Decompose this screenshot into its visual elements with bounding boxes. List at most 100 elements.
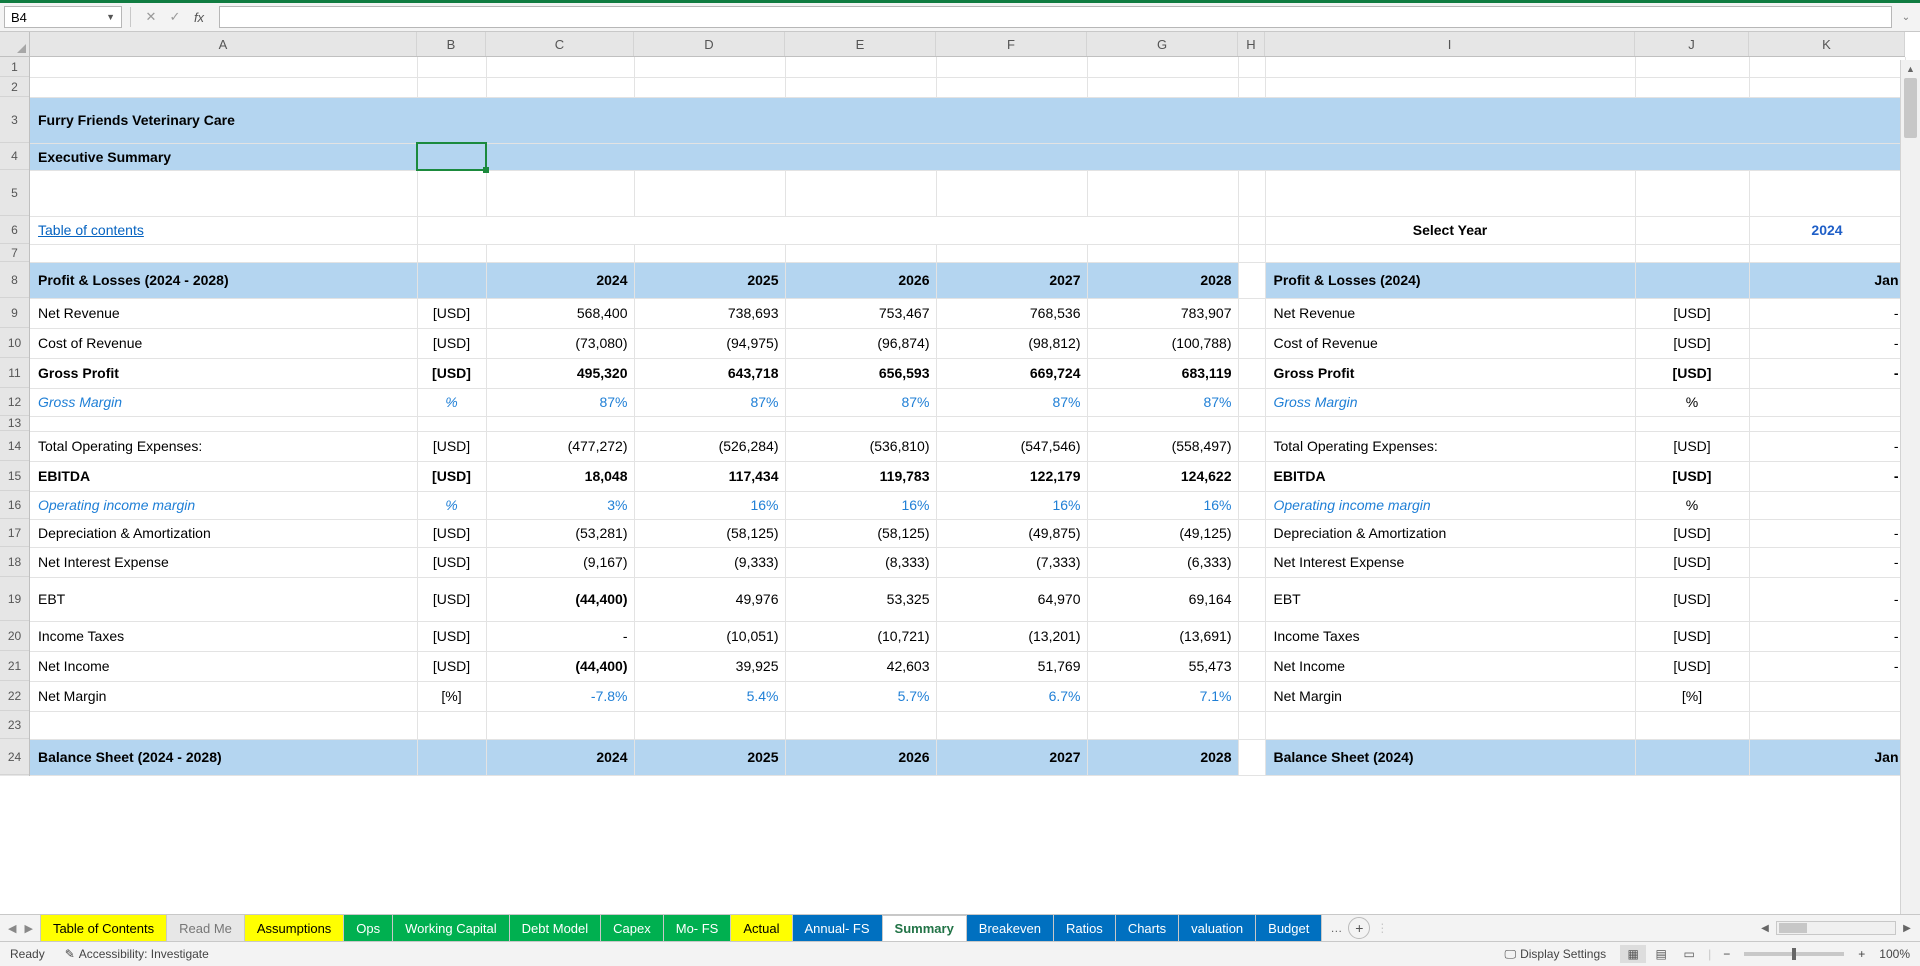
view-normal-button[interactable]: ▦: [1620, 945, 1646, 963]
tab-next-icon[interactable]: ▶: [24, 922, 32, 935]
row-unit-right: %: [1635, 491, 1749, 519]
tab-charts[interactable]: Charts: [1115, 915, 1179, 941]
add-sheet-button[interactable]: +: [1348, 917, 1370, 939]
scroll-thumb[interactable]: [1904, 78, 1917, 138]
tab-assumptions[interactable]: Assumptions: [244, 915, 344, 941]
row-val: 122,179: [936, 461, 1087, 491]
formula-input[interactable]: [219, 6, 1892, 28]
row-val: (10,051): [634, 621, 785, 651]
row-header-16[interactable]: 16: [0, 491, 29, 519]
row-header-19[interactable]: 19: [0, 577, 29, 621]
row-header-21[interactable]: 21: [0, 651, 29, 681]
table-of-contents-link[interactable]: Table of contents: [30, 216, 417, 244]
row-val-right: -: [1749, 358, 1905, 388]
column-header-B[interactable]: B: [417, 32, 486, 56]
column-header-F[interactable]: F: [936, 32, 1087, 56]
row-header-22[interactable]: 22: [0, 681, 29, 711]
row-header-12[interactable]: 12: [0, 388, 29, 416]
view-page-break-button[interactable]: ▭: [1676, 945, 1702, 963]
row-val: 495,320: [486, 358, 634, 388]
row-header-18[interactable]: 18: [0, 547, 29, 577]
zoom-in-button[interactable]: +: [1852, 947, 1871, 961]
row-val: (6,333): [1087, 547, 1238, 577]
row-header-3[interactable]: 3: [0, 97, 29, 143]
tab-budget[interactable]: Budget: [1255, 915, 1322, 941]
row-header-14[interactable]: 14: [0, 431, 29, 461]
view-page-layout-button[interactable]: ▤: [1648, 945, 1674, 963]
tabs-ellipsis-icon[interactable]: …: [1330, 921, 1342, 935]
accessibility-status[interactable]: ✎ Accessibility: Investigate: [65, 947, 209, 961]
grid-body[interactable]: Furry Friends Veterinary CareExecutive S…: [30, 57, 1920, 776]
hscroll-track[interactable]: [1776, 921, 1896, 935]
year-col-2025: 2025: [634, 262, 785, 298]
name-box[interactable]: B4 ▼: [4, 6, 122, 28]
tab-mo--fs[interactable]: Mo- FS: [663, 915, 732, 941]
tab-prev-icon[interactable]: ◀: [8, 922, 16, 935]
row-header-24[interactable]: 24: [0, 739, 29, 775]
row-val: 5.7%: [785, 681, 936, 711]
row-val: (73,080): [486, 328, 634, 358]
row-header-11[interactable]: 11: [0, 358, 29, 388]
row-header-6[interactable]: 6: [0, 216, 29, 244]
scroll-up-icon[interactable]: ▲: [1901, 60, 1920, 78]
hscroll-left-icon[interactable]: ◀: [1756, 923, 1774, 934]
row-val: 69,164: [1087, 577, 1238, 621]
fx-icon[interactable]: fx: [187, 10, 211, 25]
row-header-13[interactable]: 13: [0, 416, 29, 431]
tab-breakeven[interactable]: Breakeven: [966, 915, 1054, 941]
row-header-17[interactable]: 17: [0, 519, 29, 547]
row-val-right: [1749, 491, 1905, 519]
row-header-1[interactable]: 1: [0, 57, 29, 77]
row-header-2[interactable]: 2: [0, 77, 29, 97]
row-header-9[interactable]: 9: [0, 298, 29, 328]
row-label-right: Cost of Revenue: [1265, 328, 1635, 358]
tab-debt-model[interactable]: Debt Model: [509, 915, 601, 941]
row-header-23[interactable]: 23: [0, 711, 29, 739]
name-box-dropdown-icon[interactable]: ▼: [106, 12, 115, 22]
row-val: 53,325: [785, 577, 936, 621]
row-val: 87%: [785, 388, 936, 416]
tab-summary[interactable]: Summary: [882, 915, 967, 942]
column-header-G[interactable]: G: [1087, 32, 1238, 56]
row-label-right: Net Revenue: [1265, 298, 1635, 328]
column-header-J[interactable]: J: [1635, 32, 1749, 56]
tab-actual[interactable]: Actual: [730, 915, 792, 941]
row-header-5[interactable]: 5: [0, 170, 29, 216]
column-header-D[interactable]: D: [634, 32, 785, 56]
column-header-A[interactable]: A: [30, 32, 417, 56]
cancel-icon[interactable]: ✕: [139, 9, 163, 25]
tab-capex[interactable]: Capex: [600, 915, 664, 941]
row-label: Gross Margin: [30, 388, 417, 416]
tab-valuation[interactable]: valuation: [1178, 915, 1256, 941]
zoom-out-button[interactable]: −: [1717, 947, 1736, 961]
confirm-icon[interactable]: ✓: [163, 9, 187, 25]
zoom-slider[interactable]: [1744, 952, 1844, 956]
column-header-C[interactable]: C: [486, 32, 634, 56]
column-header-I[interactable]: I: [1265, 32, 1635, 56]
zoom-level[interactable]: 100%: [1879, 947, 1910, 961]
row-val: (98,812): [936, 328, 1087, 358]
row-header-15[interactable]: 15: [0, 461, 29, 491]
horizontal-scrollbar[interactable]: ◀ ▶: [1396, 915, 1920, 941]
tab-read-me[interactable]: Read Me: [166, 915, 245, 941]
row-header-20[interactable]: 20: [0, 621, 29, 651]
tab-annual--fs[interactable]: Annual- FS: [792, 915, 883, 941]
select-all-corner[interactable]: [0, 32, 30, 57]
row-header-4[interactable]: 4: [0, 143, 29, 170]
hscroll-right-icon[interactable]: ▶: [1898, 923, 1916, 934]
tab-ops[interactable]: Ops: [343, 915, 393, 941]
vertical-scrollbar[interactable]: ▲ ▼: [1900, 60, 1920, 932]
row-header-7[interactable]: 7: [0, 244, 29, 262]
hscroll-thumb[interactable]: [1779, 923, 1807, 933]
tab-table-of-contents[interactable]: Table of Contents: [40, 915, 167, 941]
column-header-H[interactable]: H: [1238, 32, 1265, 56]
formula-expand-icon[interactable]: ⌄: [1896, 12, 1916, 23]
select-year-value[interactable]: 2024: [1749, 216, 1905, 244]
tab-working-capital[interactable]: Working Capital: [392, 915, 510, 941]
row-header-8[interactable]: 8: [0, 262, 29, 298]
row-header-10[interactable]: 10: [0, 328, 29, 358]
column-header-E[interactable]: E: [785, 32, 936, 56]
display-settings-button[interactable]: 🖵 Display Settings: [1505, 947, 1607, 962]
column-header-K[interactable]: K: [1749, 32, 1905, 56]
tab-ratios[interactable]: Ratios: [1053, 915, 1116, 941]
